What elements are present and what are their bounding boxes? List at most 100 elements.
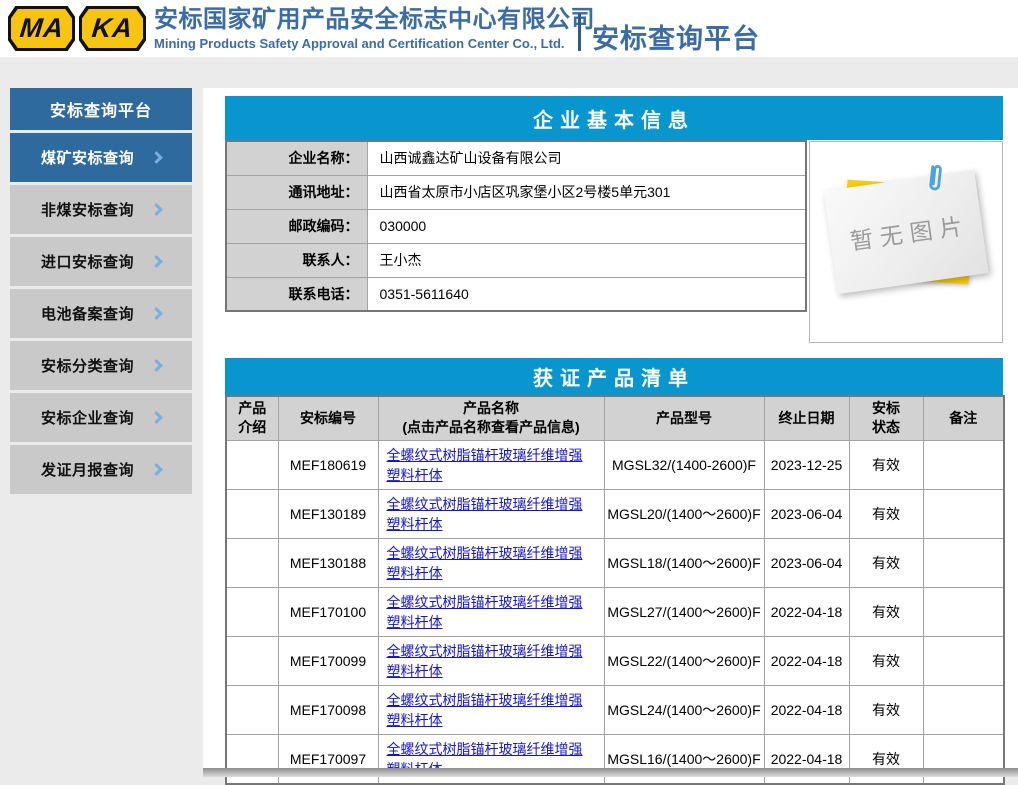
field-value-contact: 王小杰 <box>367 243 806 277</box>
remark-cell <box>923 685 1004 734</box>
sidebar-item-battery-filing-query[interactable]: 电池备案查询 <box>10 289 192 338</box>
field-label-phone: 联系电话： <box>226 277 367 311</box>
sidebar-title: 安标查询平台 <box>10 88 192 130</box>
product-name-cell: 全螺纹式树脂锚杆玻璃纤维增强塑料杆体 <box>378 538 604 587</box>
remark-cell <box>923 636 1004 685</box>
product-model-cell: MGSL18/(1400～2600)F <box>604 538 764 587</box>
table-row: MEF170098 全螺纹式树脂锚杆玻璃纤维增强塑料杆体 MGSL24/(140… <box>226 685 1004 734</box>
sidebar-item-non-coal-query[interactable]: 非煤安标查询 <box>10 185 192 234</box>
enterprise-field-row: 联系人： 王小杰 <box>226 243 806 277</box>
product-image-box: 暂无图片 <box>809 141 1003 343</box>
col-product-intro: 产品介绍 <box>226 396 278 440</box>
sidebar-item-monthly-report-query[interactable]: 发证月报查询 <box>10 445 192 494</box>
table-row: MEF170099 全螺纹式树脂锚杆玻璃纤维增强塑料杆体 MGSL22/(140… <box>226 636 1004 685</box>
product-code-cell: MEF170100 <box>278 587 378 636</box>
col-product-model: 产品型号 <box>604 396 764 440</box>
logo-badge-ma-inner: MA <box>11 9 72 48</box>
remark-cell <box>923 538 1004 587</box>
col-remark: 备注 <box>923 396 1004 440</box>
end-date-cell: 2023-06-04 <box>764 489 849 538</box>
remark-cell <box>923 587 1004 636</box>
product-model-cell: MGSL22/(1400～2600)F <box>604 636 764 685</box>
product-code-cell: MEF170099 <box>278 636 378 685</box>
no-image-text: 暂无图片 <box>841 206 971 257</box>
sidebar-item-enterprise-query[interactable]: 安标企业查询 <box>10 393 192 442</box>
col-status: 安标状态 <box>849 396 923 440</box>
product-name-cell: 全螺纹式树脂锚杆玻璃纤维增强塑料杆体 <box>378 440 604 489</box>
end-date-cell: 2023-12-25 <box>764 440 849 489</box>
sidebar-item-classification-query[interactable]: 安标分类查询 <box>10 341 192 390</box>
bottom-scroll-bar[interactable] <box>203 768 1018 777</box>
product-code-cell: MEF170098 <box>278 685 378 734</box>
table-row: MEF170100 全螺纹式树脂锚杆玻璃纤维增强塑料杆体 MGSL27/(140… <box>226 587 1004 636</box>
sidebar: 安标查询平台 煤矿安标查询 非煤安标查询 进口安标查询 电池备案查询 安标分类查… <box>10 88 192 497</box>
field-value-phone: 0351-5611640 <box>367 277 806 311</box>
product-code-cell: MEF130188 <box>278 538 378 587</box>
no-image-placeholder: 暂无图片 <box>824 170 989 294</box>
logo-badge-ka-inner: KA <box>82 9 143 48</box>
product-name-cell: 全螺纹式树脂锚杆玻璃纤维增强塑料杆体 <box>378 685 604 734</box>
enterprise-section-title: 企业基本信息 <box>225 96 1003 140</box>
chevron-right-icon <box>150 203 163 216</box>
product-intro-cell <box>226 685 278 734</box>
enterprise-field-row: 企业名称： 山西诚鑫达矿山设备有限公司 <box>226 141 806 175</box>
product-name-link[interactable]: 全螺纹式树脂锚杆玻璃纤维增强塑料杆体 <box>387 545 583 581</box>
product-name-link[interactable]: 全螺纹式树脂锚杆玻璃纤维增强塑料杆体 <box>387 643 583 679</box>
table-row: MEF130189 全螺纹式树脂锚杆玻璃纤维增强塑料杆体 MGSL20/(140… <box>226 489 1004 538</box>
product-name-link[interactable]: 全螺纹式树脂锚杆玻璃纤维增强塑料杆体 <box>387 692 583 728</box>
chevron-right-icon <box>150 307 163 320</box>
enterprise-field-row: 通讯地址： 山西省太原市小店区巩家堡小区2号楼5单元301 <box>226 175 806 209</box>
enterprise-info-table: 企业名称： 山西诚鑫达矿山设备有限公司 通讯地址： 山西省太原市小店区巩家堡小区… <box>225 140 807 312</box>
table-row: MEF130188 全螺纹式树脂锚杆玻璃纤维增强塑料杆体 MGSL18/(140… <box>226 538 1004 587</box>
col-safety-mark-code: 安标编号 <box>278 396 378 440</box>
product-name-link[interactable]: 全螺纹式树脂锚杆玻璃纤维增强塑料杆体 <box>387 594 583 630</box>
field-value-postcode: 030000 <box>367 209 806 243</box>
status-cell: 有效 <box>849 538 923 587</box>
product-name-link[interactable]: 全螺纹式树脂锚杆玻璃纤维增强塑料杆体 <box>387 447 583 483</box>
header-divider <box>578 13 581 51</box>
product-intro-cell <box>226 489 278 538</box>
product-name-cell: 全螺纹式树脂锚杆玻璃纤维增强塑料杆体 <box>378 587 604 636</box>
org-name-en: Mining Products Safety Approval and Cert… <box>154 36 595 52</box>
end-date-cell: 2022-04-18 <box>764 587 849 636</box>
end-date-cell: 2023-06-04 <box>764 538 849 587</box>
status-cell: 有效 <box>849 489 923 538</box>
product-intro-cell <box>226 636 278 685</box>
status-cell: 有效 <box>849 587 923 636</box>
product-name-cell: 全螺纹式树脂锚杆玻璃纤维增强塑料杆体 <box>378 636 604 685</box>
end-date-cell: 2022-04-18 <box>764 636 849 685</box>
product-model-cell: MGSL32/(1400-2600)F <box>604 440 764 489</box>
field-label-address: 通讯地址： <box>226 175 367 209</box>
org-name-cn: 安标国家矿用产品安全标志中心有限公司 <box>154 3 595 36</box>
field-label-company-name: 企业名称： <box>226 141 367 175</box>
table-row: MEF180619 全螺纹式树脂锚杆玻璃纤维增强塑料杆体 MGSL32/(140… <box>226 440 1004 489</box>
enterprise-field-row: 邮政编码： 030000 <box>226 209 806 243</box>
status-cell: 有效 <box>849 685 923 734</box>
product-model-cell: MGSL24/(1400～2600)F <box>604 685 764 734</box>
org-name-block: 安标国家矿用产品安全标志中心有限公司 Mining Products Safet… <box>154 3 595 52</box>
product-intro-cell <box>226 440 278 489</box>
product-model-cell: MGSL27/(1400～2600)F <box>604 587 764 636</box>
product-name-link[interactable]: 全螺纹式树脂锚杆玻璃纤维增强塑料杆体 <box>387 496 583 532</box>
chevron-right-icon <box>150 411 163 424</box>
product-model-cell: MGSL20/(1400～2600)F <box>604 489 764 538</box>
product-name-cell: 全螺纹式树脂锚杆玻璃纤维增强塑料杆体 <box>378 489 604 538</box>
product-intro-cell <box>226 538 278 587</box>
col-end-date: 终止日期 <box>764 396 849 440</box>
enterprise-field-row: 联系电话： 0351-5611640 <box>226 277 806 311</box>
product-intro-cell <box>226 587 278 636</box>
products-table: 产品介绍 安标编号 产品名称(点击产品名称查看产品信息) 产品型号 终止日期 安… <box>225 395 1005 785</box>
field-value-company-name: 山西诚鑫达矿山设备有限公司 <box>367 141 806 175</box>
sidebar-item-coal-mine-query[interactable]: 煤矿安标查询 <box>10 133 192 182</box>
remark-cell <box>923 489 1004 538</box>
remark-cell <box>923 440 1004 489</box>
platform-title: 安标查询平台 <box>592 17 760 56</box>
col-product-name: 产品名称(点击产品名称查看产品信息) <box>378 396 604 440</box>
chevron-right-icon <box>150 255 163 268</box>
top-header: MA KA 安标国家矿用产品安全标志中心有限公司 Mining Products… <box>0 0 1018 57</box>
product-code-cell: MEF130189 <box>278 489 378 538</box>
sidebar-item-import-query[interactable]: 进口安标查询 <box>10 237 192 286</box>
maka-logo[interactable]: MA KA <box>8 6 146 51</box>
logo-text-ka: KA <box>90 13 134 44</box>
field-label-postcode: 邮政编码： <box>226 209 367 243</box>
